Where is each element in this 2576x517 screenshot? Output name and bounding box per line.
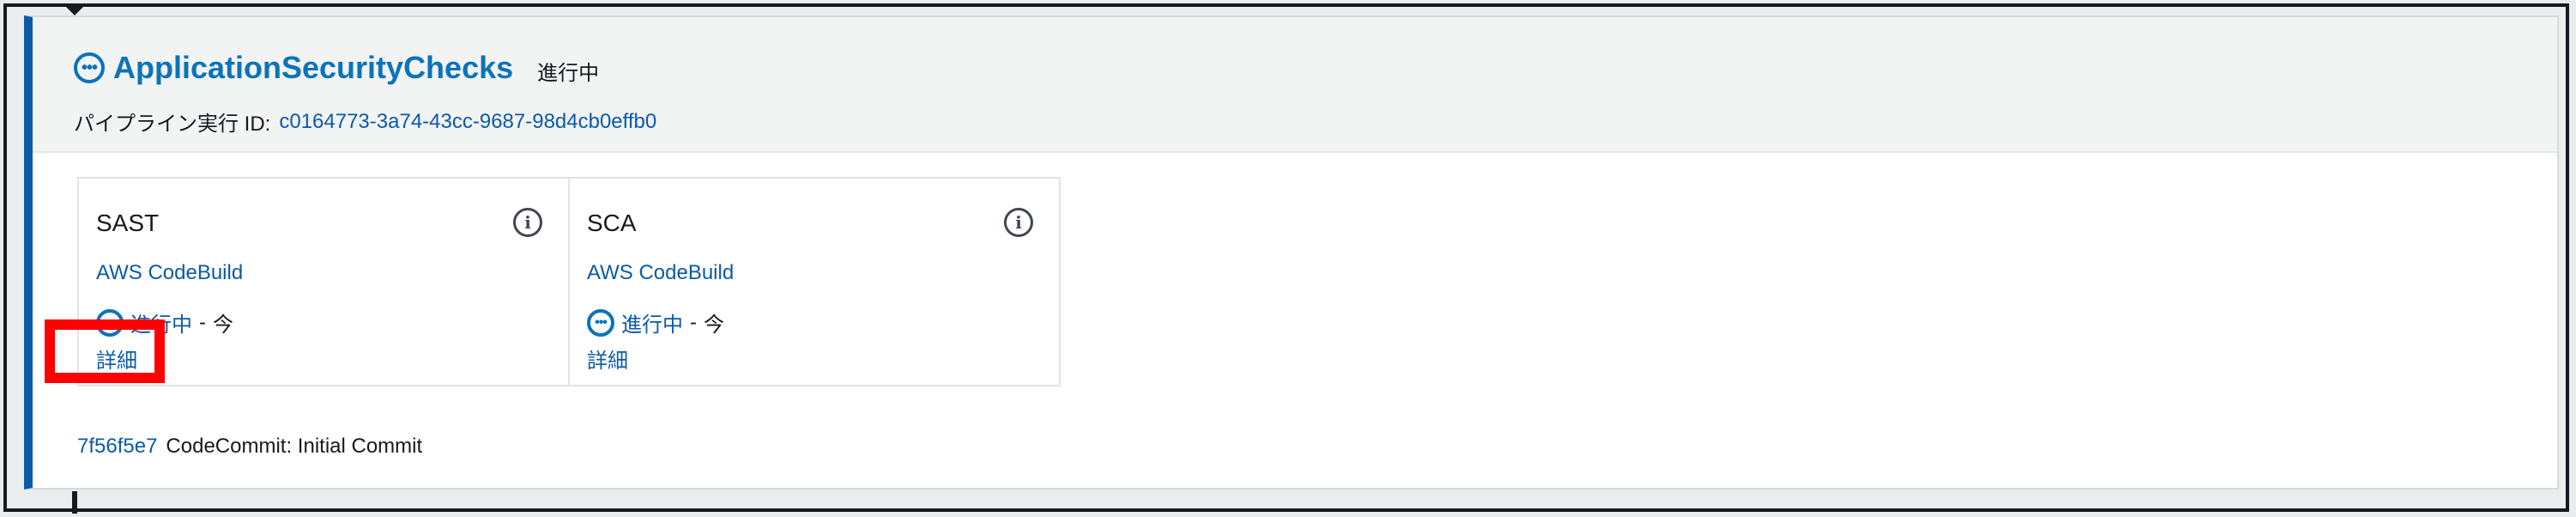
commit-id-link[interactable]: 7f56f5e7	[77, 435, 157, 459]
action-card-sca: SCA i AWS CodeBuild ••• 進行中 - 今 詳細	[568, 179, 1059, 385]
provider-link[interactable]: AWS CodeBuild	[587, 261, 734, 285]
status-separator: -	[199, 310, 206, 334]
source-commit-row: 7f56f5e7 CodeCommit: Initial Commit	[77, 435, 422, 459]
stage-name-link[interactable]: ApplicationSecurityChecks	[113, 50, 513, 86]
action-status-row: ••• 進行中 - 今	[96, 307, 233, 338]
in-progress-icon: •••	[74, 52, 105, 83]
info-icon[interactable]: i	[1004, 208, 1033, 237]
action-name: SCA	[587, 210, 637, 236]
details-link[interactable]: 詳細	[96, 344, 137, 374]
execution-id-link[interactable]: c0164773-3a74-43cc-9687-98d4cb0effb0	[279, 110, 656, 134]
action-time: 今	[213, 313, 233, 337]
action-name: SAST	[96, 210, 160, 236]
stage-header: ••• ApplicationSecurityChecks 進行中 パイプライン…	[33, 17, 2557, 153]
execution-id-row: パイプライン実行 ID: c0164773-3a74-43cc-9687-98d…	[74, 106, 656, 137]
stage-status: 進行中	[537, 61, 600, 85]
in-progress-icon: •••	[587, 308, 614, 337]
details-link[interactable]: 詳細	[587, 344, 628, 374]
action-status-link[interactable]: 進行中	[621, 307, 683, 338]
in-progress-icon: •••	[96, 308, 124, 337]
status-separator: -	[690, 310, 697, 334]
pipeline-connector-bottom	[72, 491, 77, 514]
connector-arrow-icon	[66, 7, 83, 15]
stage-title-row: ••• ApplicationSecurityChecks 進行中	[74, 50, 599, 86]
action-card-sast: SAST i AWS CodeBuild ••• 進行中 - 今 詳細	[79, 179, 568, 385]
commit-message: CodeCommit: Initial Commit	[166, 435, 423, 458]
info-icon[interactable]: i	[513, 208, 542, 237]
action-status-link[interactable]: 進行中	[130, 307, 192, 338]
actions-group: SAST i AWS CodeBuild ••• 進行中 - 今 詳細 SCA …	[77, 177, 1061, 386]
stage-card: ••• ApplicationSecurityChecks 進行中 パイプライン…	[24, 15, 2559, 490]
action-status-row: ••• 進行中 - 今	[587, 307, 724, 338]
provider-link[interactable]: AWS CodeBuild	[96, 261, 243, 285]
action-time: 今	[704, 313, 724, 337]
execution-id-label: パイプライン実行 ID:	[74, 113, 271, 136]
